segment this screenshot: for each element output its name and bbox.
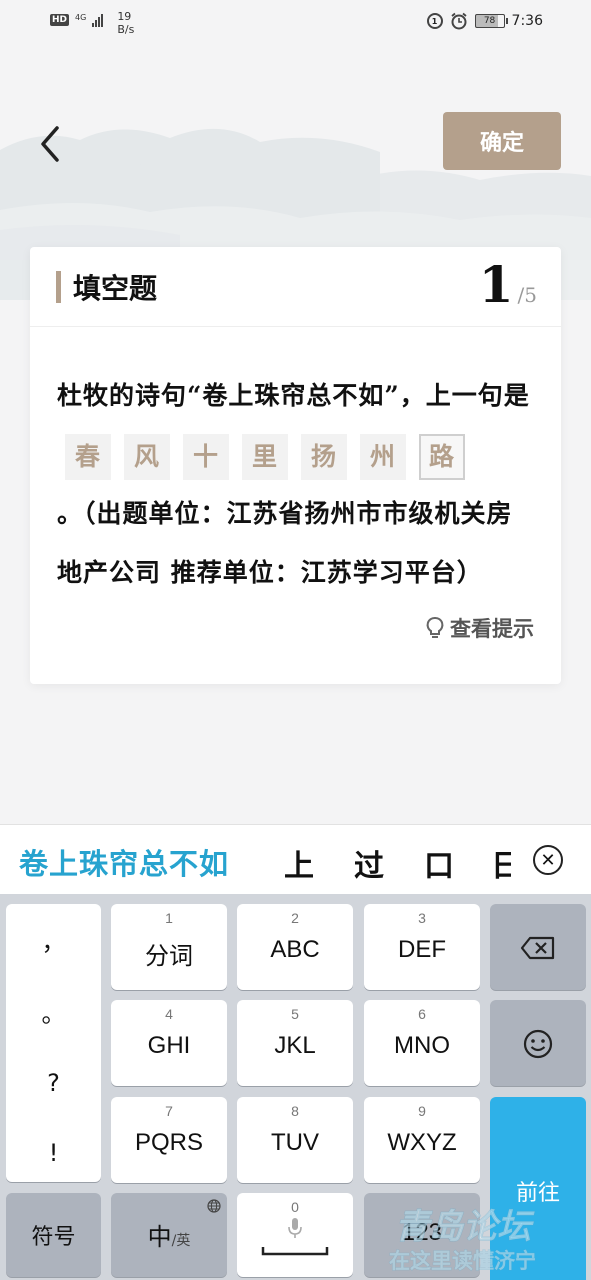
key-4[interactable]: 4 GHI: [111, 1000, 227, 1086]
key-6[interactable]: 6 MNO: [364, 1000, 480, 1086]
status-time: 7:36: [511, 13, 543, 29]
key-label: 分词: [145, 943, 193, 970]
key-9[interactable]: 9 WXYZ: [364, 1097, 480, 1183]
blank-cell[interactable]: 春: [65, 433, 111, 480]
lang-sub: /英: [171, 1233, 191, 1249]
blank-cell[interactable]: 里: [242, 433, 288, 480]
microphone-icon: [288, 1218, 302, 1238]
answer-blanks: 春 风 十 里 扬 州 路: [65, 433, 465, 480]
net-speed-value: 19: [117, 10, 132, 23]
key-number: 7: [165, 1103, 173, 1119]
net-speed: 19 B/s: [117, 10, 134, 36]
card-header: 填空题 1 /5: [30, 247, 561, 327]
key-number: 9: [418, 1103, 426, 1119]
ime-candidate[interactable]: 上: [284, 841, 314, 885]
number-mode-label: 123: [401, 1219, 443, 1246]
key-8[interactable]: 8 TUV: [237, 1097, 353, 1183]
language-toggle-key[interactable]: 中/英: [111, 1193, 227, 1277]
key-label: GHI: [147, 1032, 191, 1059]
key-number: 2: [291, 910, 299, 926]
progress-current: 1: [478, 255, 514, 314]
chevron-left-icon: [41, 126, 59, 162]
punct-exclaim-key[interactable]: !: [6, 1139, 101, 1167]
ime-candidate-bar: 卷上珠帘总不如 上 过 口 日 ✕: [0, 824, 591, 894]
net-speed-unit: B/s: [117, 23, 135, 36]
ime-candidate[interactable]: 日: [491, 841, 511, 885]
view-hint-button[interactable]: 查看提示: [426, 613, 534, 643]
symbol-key-label: 符号: [31, 1225, 76, 1250]
back-button[interactable]: [30, 118, 70, 170]
key-5[interactable]: 5 JKL: [237, 1000, 353, 1086]
signal-icon: [92, 13, 104, 27]
status-right: 1 78 7:36: [426, 12, 543, 30]
question-text: 杜牧的诗句“卷上珠帘总不如”，上一句是 春 风 十 里 扬 州 路 。（出题单位…: [57, 366, 537, 602]
question-after: 。（出题单位：江苏省扬州市市级机关房地产公司 推荐单位：江苏学习平台）: [57, 499, 513, 587]
status-bar: HD 4G 19 B/s 1 78 7:36: [0, 0, 591, 44]
hint-label: 查看提示: [450, 616, 534, 641]
question-type-title: 填空题: [73, 272, 158, 305]
key-label: MNO: [394, 1032, 450, 1059]
smiley-icon: [523, 1029, 553, 1059]
close-candidates-icon[interactable]: ✕: [533, 845, 563, 875]
go-key-label: 前往: [515, 1181, 560, 1206]
question-card: 填空题 1 /5 杜牧的诗句“卷上珠帘总不如”，上一句是 春 风 十 里 扬 州…: [30, 247, 561, 684]
hd-badge: HD: [50, 14, 70, 26]
ime-keyboard: ， 。 ? ! 1 分词 2 ABC 3 DEF 4 GHI 5 JKL 6 M…: [0, 894, 591, 1280]
symbol-key[interactable]: 符号: [6, 1193, 101, 1277]
title-accent-bar: [56, 271, 61, 303]
key-label: DEF: [398, 936, 446, 963]
backspace-key[interactable]: [490, 904, 586, 990]
space-key[interactable]: 0: [237, 1193, 353, 1277]
progress-total: /5: [517, 283, 537, 307]
blank-cell[interactable]: 十: [183, 433, 229, 480]
blank-cell[interactable]: 州: [360, 433, 406, 480]
backspace-icon: [520, 936, 555, 960]
blank-cell-active[interactable]: 路: [419, 433, 465, 480]
key-label: ABC: [270, 936, 320, 963]
globe-icon: [207, 1199, 221, 1213]
lang-main: 中: [147, 1223, 172, 1251]
ime-candidate[interactable]: 过: [354, 841, 384, 885]
key-1[interactable]: 1 分词: [111, 904, 227, 990]
lightbulb-icon: [426, 617, 444, 638]
ime-composition: 卷上珠帘总不如: [19, 847, 230, 881]
key-3[interactable]: 3 DEF: [364, 904, 480, 990]
key-7[interactable]: 7 PQRS: [111, 1097, 227, 1183]
key-number: 8: [291, 1103, 299, 1119]
question-progress: 1 /5: [479, 257, 537, 313]
confirm-button[interactable]: 确定: [443, 112, 561, 170]
question-before: 杜牧的诗句“卷上珠帘总不如”，上一句是: [57, 381, 530, 410]
network-type: 4G: [75, 13, 87, 22]
key-number: 1: [165, 910, 173, 926]
number-mode-key[interactable]: 123: [364, 1193, 480, 1277]
punct-question-key[interactable]: ?: [6, 1069, 101, 1097]
emoji-key[interactable]: [490, 1000, 586, 1086]
key-number: 6: [418, 1006, 426, 1022]
key-number: 3: [418, 910, 426, 926]
punctuation-column: ， 。 ? !: [6, 904, 101, 1182]
alarm-icon: [450, 12, 467, 30]
ime-candidate[interactable]: 口: [424, 841, 454, 885]
key-label: TUV: [271, 1129, 319, 1156]
status-left: HD 4G 19 B/s: [50, 10, 134, 36]
space-bar-icon: [261, 1247, 329, 1256]
key-label: JKL: [274, 1032, 316, 1059]
key-number: 4: [165, 1006, 173, 1022]
key-number: 5: [291, 1006, 299, 1022]
language-label: 中/英: [111, 1217, 227, 1252]
punct-period-key[interactable]: 。: [6, 994, 101, 1029]
blank-cell[interactable]: 风: [124, 433, 170, 480]
go-key[interactable]: 前往: [490, 1097, 586, 1280]
key-label: PQRS: [134, 1129, 203, 1156]
data-saver-icon: 1: [426, 13, 443, 29]
key-2[interactable]: 2 ABC: [237, 904, 353, 990]
battery-icon: 78: [474, 14, 508, 28]
blank-cell[interactable]: 扬: [301, 433, 347, 480]
key-number: 0: [291, 1199, 299, 1215]
punct-comma-key[interactable]: ，: [6, 922, 101, 957]
key-label: WXYZ: [387, 1129, 457, 1156]
